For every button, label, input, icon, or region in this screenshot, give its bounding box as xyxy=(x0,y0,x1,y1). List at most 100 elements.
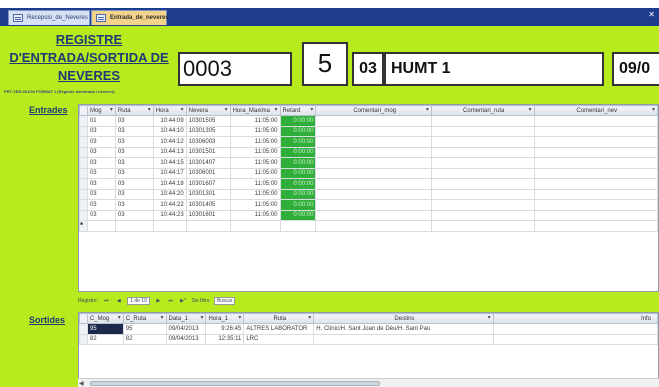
cell-ruta[interactable]: 03 xyxy=(114,167,154,179)
cell-ruta[interactable]: 03 xyxy=(114,136,154,148)
empty-cell[interactable] xyxy=(152,220,187,232)
cell-comment[interactable] xyxy=(430,167,535,179)
cell-comment[interactable] xyxy=(430,199,535,211)
cell-comment[interactable] xyxy=(315,199,432,211)
cell-mog[interactable]: 01 xyxy=(86,115,116,127)
column-header[interactable]: Nevera xyxy=(185,105,231,116)
cell-hora[interactable]: 10:44:15 xyxy=(152,157,187,169)
row-selector[interactable] xyxy=(79,178,88,190)
cell-ruta[interactable]: 03 xyxy=(114,178,154,190)
cell-retard[interactable]: 0:00:00 xyxy=(279,157,317,169)
cell-nevera[interactable]: 10301407 xyxy=(185,157,231,169)
row-selector[interactable] xyxy=(79,125,88,137)
row-selector[interactable] xyxy=(79,323,88,335)
route-name-field[interactable]: HUMT 1 xyxy=(384,52,604,86)
cell-hora[interactable]: 10:44:13 xyxy=(152,146,187,158)
cell-mog[interactable]: 03 xyxy=(86,199,116,211)
cell-mog[interactable]: 03 xyxy=(86,136,116,148)
cell-destins[interactable]: H. Clínic/H. Sant Joan de Déu/H. Sant Pa… xyxy=(313,323,494,335)
cell-retard[interactable]: 0:00:00 xyxy=(279,188,317,200)
cell-comment[interactable] xyxy=(533,136,658,148)
empty-cell[interactable] xyxy=(86,220,116,232)
column-header[interactable]: C_Ruta xyxy=(122,313,167,324)
cell-ruta[interactable]: 03 xyxy=(114,115,154,127)
cell-nevera[interactable]: 10301301 xyxy=(185,188,231,200)
row-selector[interactable] xyxy=(79,136,88,148)
select-all-corner[interactable] xyxy=(79,313,88,324)
cell-comment[interactable] xyxy=(315,125,432,137)
cell-destins[interactable] xyxy=(313,333,494,345)
new-record-row[interactable]: * xyxy=(79,220,658,232)
cell-retard[interactable]: 0:00:00 xyxy=(279,199,317,211)
cell-retard[interactable]: 0:00:00 xyxy=(279,178,317,190)
cell-ruta[interactable]: 03 xyxy=(114,188,154,200)
column-header[interactable]: Info xyxy=(492,313,658,324)
number-field[interactable]: 5 xyxy=(302,42,348,86)
tab-entrada-de-neveres[interactable]: Entrada_de_neveres xyxy=(91,10,169,25)
table-row[interactable]: 01 03 10:44:09 10301505 11:05:00 0:00:00 xyxy=(79,115,658,127)
cell-ruta[interactable]: 03 xyxy=(114,157,154,169)
table-row[interactable]: 03 03 10:44:23 10301601 11:05:00 0:00:00 xyxy=(79,209,658,221)
cell-ruta[interactable]: 03 xyxy=(114,209,154,221)
table-row[interactable]: 03 03 10:44:15 10301407 11:05:00 0:00:00 xyxy=(79,157,658,169)
empty-cell[interactable] xyxy=(114,220,154,232)
cell-comment[interactable] xyxy=(315,188,432,200)
table-row[interactable]: 03 03 10:44:12 10306003 11:05:00 0:00:00 xyxy=(79,136,658,148)
cell-hora[interactable]: 10:44:12 xyxy=(152,136,187,148)
column-header[interactable]: Destins xyxy=(313,313,494,324)
table-row[interactable]: 95 95 09/04/2013 9:26:45 ALTRES LABORATOR H. … xyxy=(79,323,658,335)
scroll-left-icon[interactable]: ◀ xyxy=(79,380,84,387)
column-header[interactable]: Hora_Maxima xyxy=(229,105,281,116)
cell-hora-maxima[interactable]: 11:05:00 xyxy=(229,136,281,148)
cell-ruta[interactable]: 03 xyxy=(114,125,154,137)
table-row[interactable]: 03 03 10:44:10 10301305 11:05:00 0:00:00 xyxy=(79,125,658,137)
cell-c-mog[interactable]: 95 xyxy=(86,323,124,335)
column-header[interactable]: Ruta xyxy=(243,313,315,324)
cell-c-mog[interactable]: 82 xyxy=(86,333,124,345)
cell-comment[interactable] xyxy=(315,157,432,169)
tab-recepcio-de-neveres[interactable]: Recepcio_de_Neveres xyxy=(8,10,90,25)
code-field[interactable]: 0003 xyxy=(178,52,292,86)
scrollbar-thumb[interactable] xyxy=(90,381,380,386)
cell-hora-maxima[interactable]: 11:05:00 xyxy=(229,125,281,137)
cell-hora-maxima[interactable]: 11:05:00 xyxy=(229,188,281,200)
cell-nevera[interactable]: 10301501 xyxy=(185,146,231,158)
cell-hora[interactable]: 10:44:20 xyxy=(152,188,187,200)
cell-mog[interactable]: 03 xyxy=(86,125,116,137)
cell-comment[interactable] xyxy=(315,146,432,158)
cell-info[interactable] xyxy=(492,323,658,335)
column-header[interactable]: Hora_1 xyxy=(205,313,245,324)
cell-nevera[interactable]: 10306003 xyxy=(185,136,231,148)
table-row[interactable]: 03 03 10:44:13 10301501 11:05:00 0:00:00 xyxy=(79,146,658,158)
column-header[interactable]: Comentari_ruta xyxy=(430,105,535,116)
cell-nevera[interactable]: 10301305 xyxy=(185,125,231,137)
cell-ruta[interactable]: LRC xyxy=(243,333,315,345)
table-row[interactable]: 03 03 10:44:18 10301607 11:05:00 0:00:00 xyxy=(79,178,658,190)
cell-retard[interactable]: 0:00:00 xyxy=(279,146,317,158)
cell-ruta[interactable]: 03 xyxy=(114,146,154,158)
cell-retard[interactable]: 0:00:00 xyxy=(279,167,317,179)
search-input[interactable]: Buscar xyxy=(213,296,236,305)
cell-comment[interactable] xyxy=(533,209,658,221)
cell-hora-maxima[interactable]: 11:05:00 xyxy=(229,146,281,158)
cell-hora-maxima[interactable]: 11:05:00 xyxy=(229,167,281,179)
row-selector[interactable] xyxy=(79,157,88,169)
cell-comment[interactable] xyxy=(430,125,535,137)
cell-nevera[interactable]: 10301607 xyxy=(185,178,231,190)
cell-retard[interactable]: 0:00:00 xyxy=(279,209,317,221)
cell-comment[interactable] xyxy=(533,178,658,190)
cell-hora-maxima[interactable]: 11:05:00 xyxy=(229,178,281,190)
cell-comment[interactable] xyxy=(315,136,432,148)
empty-cell[interactable] xyxy=(315,220,432,232)
cell-hora[interactable]: 10:44:17 xyxy=(152,167,187,179)
row-selector[interactable] xyxy=(79,115,88,127)
first-record-button[interactable]: ⏮ xyxy=(102,296,110,306)
horizontal-scrollbar[interactable]: ◀ xyxy=(78,378,659,387)
column-header[interactable]: Comentari_mog xyxy=(315,105,432,116)
cell-comment[interactable] xyxy=(430,209,535,221)
row-selector[interactable] xyxy=(79,167,88,179)
table-row[interactable]: 82 82 09/04/2013 12:35:11 LRC xyxy=(79,333,658,345)
cell-comment[interactable] xyxy=(315,115,432,127)
empty-cell[interactable] xyxy=(279,220,317,232)
cell-comment[interactable] xyxy=(430,178,535,190)
